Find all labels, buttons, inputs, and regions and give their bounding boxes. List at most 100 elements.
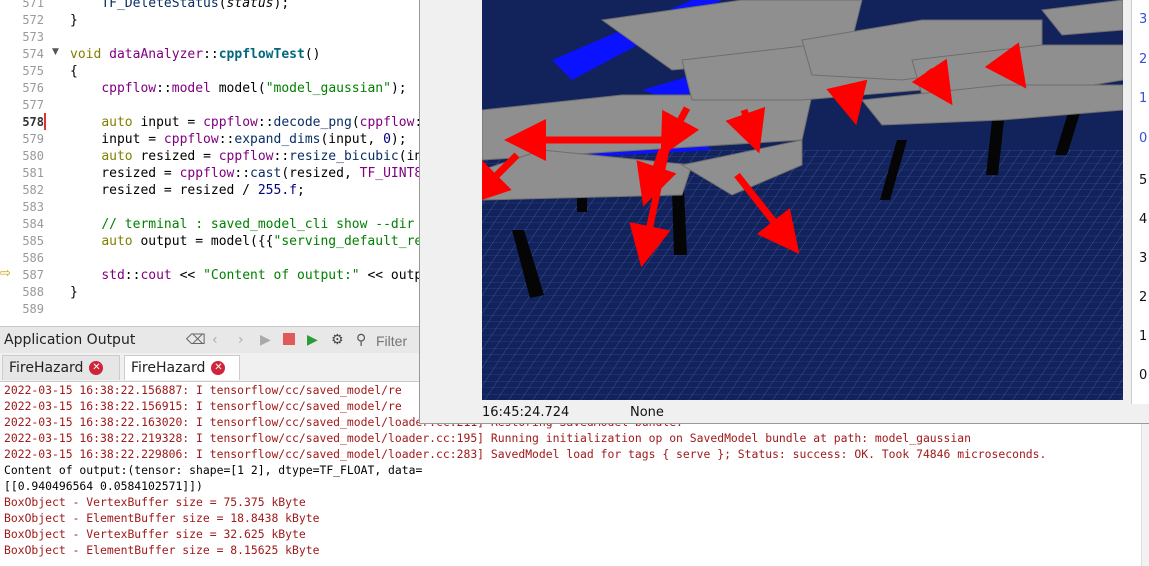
code-line[interactable]: 572}: [0, 12, 420, 29]
tab-firehazard-2[interactable]: FireHazard ✕: [124, 355, 240, 380]
panel-title: Application Output: [4, 332, 136, 348]
axis-panel: 3 2 1 0 5 4 3 2 1 0: [1131, 0, 1149, 404]
code-line[interactable]: 579 input = cppflow::expand_dims(input, …: [0, 131, 420, 148]
line-number: 585: [22, 234, 44, 248]
log-line: 2022-03-15 16:38:22.156915: I tensorflow…: [4, 399, 402, 413]
line-number: 588: [22, 285, 44, 299]
axis-tick-label: 4: [1139, 212, 1148, 227]
stop-icon[interactable]: [283, 333, 295, 345]
code-text: input = cppflow::expand_dims(input, 0);: [70, 132, 407, 147]
code-line[interactable]: 577: [0, 97, 420, 114]
code-line[interactable]: 575 {: [0, 63, 420, 80]
clear-icon[interactable]: ⌫: [186, 332, 206, 348]
tab-label: FireHazard: [131, 360, 206, 376]
line-number: 574: [22, 47, 44, 61]
axis-tick-label: 1: [1139, 329, 1148, 344]
line-number: 580: [22, 149, 44, 163]
tab-label: FireHazard: [9, 360, 84, 376]
viewer-status-bar: 16:45:24.724 None: [420, 403, 1130, 423]
line-number: 578: [22, 115, 44, 129]
line-number: 589: [22, 302, 44, 316]
code-text: std::cout << "Content of output:" << out…: [101, 268, 420, 283]
code-line[interactable]: 571 TF_DeleteStatus(status);: [0, 0, 420, 12]
code-text: // terminal : saved_model_cli show --dir: [101, 217, 415, 232]
code-line[interactable]: 582 resized = resized / 255.f;: [0, 182, 420, 199]
next-icon[interactable]: ›: [238, 332, 244, 348]
tab-firehazard-1[interactable]: FireHazard ✕: [2, 355, 120, 380]
line-number: 573: [22, 30, 44, 44]
code-text: }: [70, 285, 78, 300]
log-line: BoxObject - VertexBuffer size = 32.625 k…: [4, 527, 306, 541]
code-text: resized = cppflow::cast(resized, TF_UINT…: [70, 166, 420, 181]
line-number: 586: [22, 251, 44, 265]
axis-tick-label: 2: [1139, 290, 1148, 305]
code-line[interactable]: 587 std::cout << "Content of output:" <<…: [0, 267, 420, 284]
filter-input[interactable]: [374, 330, 422, 352]
line-number: 579: [22, 132, 44, 146]
code-text: auto resized = cppflow::resize_bicubic(i…: [101, 149, 420, 164]
log-line: [[0.940496564 0.0584102571]]): [4, 479, 203, 493]
axis-tick-label: 1: [1139, 91, 1148, 106]
code-text: cppflow::model model("model_gaussian");: [101, 81, 407, 96]
code-text: auto input = cppflow::decode_png(cppflow…: [101, 115, 420, 130]
code-text: auto output = model({{"serving_default_r…: [101, 234, 420, 249]
modified-line-marker: [44, 113, 46, 130]
settings-gear-icon[interactable]: ⚙: [331, 332, 344, 348]
fold-marker-icon[interactable]: ▼: [52, 47, 59, 57]
code-line[interactable]: 585 auto output = model({{"serving_defau…: [0, 233, 420, 250]
line-number: 581: [22, 166, 44, 180]
code-line[interactable]: 589: [0, 301, 420, 318]
search-icon: ⚲: [356, 332, 367, 348]
code-text: {: [70, 64, 78, 79]
code-line[interactable]: 574 void dataAnalyzer::cppflowTest(): [0, 46, 420, 63]
code-text: resized = resized / 255.f;: [70, 183, 305, 198]
axis-tick-label: 0: [1139, 368, 1148, 383]
line-number: 572: [22, 13, 44, 27]
output-tab-bar: FireHazard ✕ FireHazard ✕: [0, 353, 420, 382]
3d-viewport[interactable]: [482, 0, 1123, 400]
line-number: 582: [22, 183, 44, 197]
line-number: 583: [22, 200, 44, 214]
line-number: 577: [22, 98, 44, 112]
code-editor[interactable]: 571 TF_DeleteStatus(status); 572} 573 574 vo…: [0, 0, 420, 326]
code-line[interactable]: 573: [0, 29, 420, 46]
code-text: TF_DeleteStatus(status);: [101, 0, 290, 11]
code-line[interactable]: 576 cppflow::model model("model_gaussian…: [0, 80, 420, 97]
log-line: 2022-03-15 16:38:22.156887: I tensorflow…: [4, 383, 402, 397]
scene-svg: [482, 0, 1123, 400]
viewer-window: 16:45:24.724 None 3 2 1 0 5 4 3 2 1 0: [419, 0, 1149, 424]
log-line: Content of output:(tensor: shape=[1 2], …: [4, 463, 423, 477]
code-text: void dataAnalyzer::cppflowTest(): [70, 47, 321, 62]
status-selection: None: [630, 405, 664, 420]
log-line: BoxObject - VertexBuffer size = 75.375 k…: [4, 495, 306, 509]
line-number: 571: [22, 0, 44, 10]
run-icon[interactable]: ▶: [260, 332, 271, 348]
close-icon[interactable]: ✕: [211, 361, 226, 375]
close-icon[interactable]: ✕: [89, 361, 104, 375]
code-line[interactable]: 584 // terminal : saved_model_cli show -…: [0, 216, 420, 233]
application-output-toolbar: Application Output ⌫ ‹ › ▶ ▶ ⚙ ⚲: [0, 326, 422, 354]
line-number: 576: [22, 81, 44, 95]
code-line[interactable]: 588}: [0, 284, 420, 301]
log-line: 2022-03-15 16:38:22.229806: I tensorflow…: [4, 447, 1047, 461]
run-debug-icon[interactable]: ▶: [307, 332, 318, 348]
line-number: 575: [22, 64, 44, 78]
status-time: 16:45:24.724: [482, 405, 570, 420]
code-line[interactable]: 580 auto resized = cppflow::resize_bicub…: [0, 148, 420, 165]
code-line[interactable]: 583: [0, 199, 420, 216]
previous-icon[interactable]: ‹: [212, 332, 218, 348]
code-line[interactable]: 586: [0, 250, 420, 267]
execution-pointer-icon: ⇨: [0, 266, 11, 281]
code-line[interactable]: 578 auto input = cppflow::decode_png(cpp…: [0, 114, 420, 131]
axis-tick-label: 3: [1139, 251, 1148, 266]
code-text: }: [70, 13, 78, 28]
axis-tick-label: 5: [1139, 173, 1148, 188]
log-line: BoxObject - ElementBuffer size = 18.8438…: [4, 511, 320, 525]
axis-tick-label: 0: [1139, 130, 1148, 146]
axis-tick-label: 2: [1139, 51, 1148, 67]
log-line: BoxObject - ElementBuffer size = 8.15625…: [4, 543, 320, 557]
code-line[interactable]: 581 resized = cppflow::cast(resized, TF_…: [0, 165, 420, 182]
arrow: [826, 79, 868, 126]
axis-tick-label: 3: [1139, 12, 1148, 27]
line-number: 584: [22, 217, 44, 231]
